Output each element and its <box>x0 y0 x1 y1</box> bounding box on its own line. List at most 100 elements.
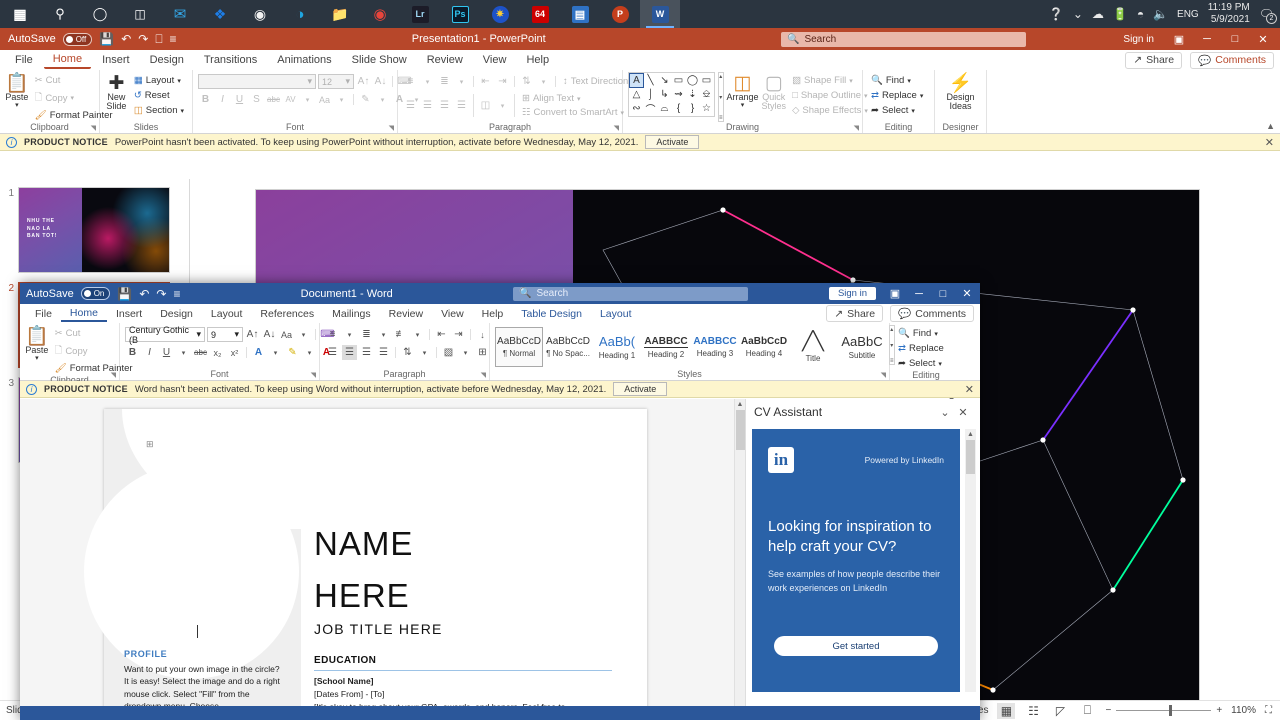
reading-view-button[interactable]: ◸ <box>1051 703 1069 719</box>
volume-icon[interactable]: 🔈 <box>1153 7 1168 21</box>
customize-quick-access-icon[interactable]: ≡ <box>173 287 180 301</box>
chevron-up-icon[interactable]: ▲ <box>965 429 976 440</box>
chevron-down-icon[interactable]: ▾ <box>342 327 357 342</box>
word-comments-button[interactable]: 💬 Comments <box>890 305 974 322</box>
shape-textbox-icon[interactable]: A <box>629 73 644 88</box>
word-window[interactable]: AutoSave On 💾 ↶ ↷ ≡ Document1 - Word 🔍 S… <box>20 283 980 720</box>
redo-icon[interactable]: ↷ <box>138 32 148 46</box>
tab-review[interactable]: Review <box>418 52 472 68</box>
shape-oval-icon[interactable]: ◯ <box>686 74 699 87</box>
tab-file[interactable]: File <box>6 52 42 68</box>
reset-button[interactable]: ↺ Reset <box>131 89 187 102</box>
underline-button[interactable]: U <box>159 345 174 360</box>
chevron-down-icon[interactable]: ▾ <box>296 327 311 342</box>
document-vertical-scrollbar[interactable]: ▲ <box>734 399 745 706</box>
text-highlight-icon[interactable]: ✎ <box>285 345 300 360</box>
chevron-down-icon[interactable]: ▾ <box>302 345 317 360</box>
layout-button[interactable]: ▦ Layout ▾ <box>131 74 187 87</box>
redo-icon[interactable]: ↷ <box>156 287 166 301</box>
undo-icon[interactable]: ↶ <box>121 32 131 46</box>
autosave-toggle[interactable]: On <box>80 287 111 300</box>
tab-table-design[interactable]: Table Design <box>512 307 591 321</box>
zoom-in-button[interactable]: + <box>1216 705 1222 716</box>
font-name-input[interactable]: ▾ <box>198 74 316 89</box>
word-icon[interactable]: W <box>640 0 680 28</box>
clipboard-dialog-launcher[interactable]: ◥ <box>111 371 116 379</box>
bullets-button[interactable]: ≡ <box>403 74 418 89</box>
justify-button[interactable]: ☰ <box>454 98 469 113</box>
normal-view-button[interactable]: ▦ <box>997 702 1016 719</box>
tab-home[interactable]: Home <box>43 51 92 69</box>
word-share-button[interactable]: ↗ Share <box>826 305 884 322</box>
app-blue-icon[interactable]: ▤ <box>560 0 600 28</box>
resume-name-line-1[interactable]: NAME <box>314 525 413 563</box>
shape-arc-icon[interactable]: ⌓ <box>658 102 671 115</box>
shape-scribble-icon[interactable]: ∾ <box>630 102 643 115</box>
increase-indent-button[interactable]: ⇥ <box>495 74 510 89</box>
fit-to-window-icon[interactable]: ⛶ <box>1265 705 1272 716</box>
style-heading-3[interactable]: AABBCC Heading 3 <box>691 327 739 367</box>
find-button[interactable]: 🔍 Find ▾ <box>868 74 926 87</box>
document-scroll-area[interactable]: ⊞ PROFILE Want to put your own image in … <box>20 399 734 706</box>
chevron-down-icon[interactable]: ▾ <box>495 98 510 113</box>
justify-button[interactable]: ☰ <box>376 345 391 360</box>
style-heading-2[interactable]: AABBCC Heading 2 <box>642 327 690 367</box>
shape-rounded-rect-icon[interactable]: ▭ <box>700 74 713 87</box>
grow-font-button[interactable]: A↑ <box>245 327 260 342</box>
autosave-toggle[interactable]: Off <box>62 32 93 46</box>
select-button[interactable]: ➦ Select ▾ <box>868 104 926 117</box>
text-shadow-button[interactable]: S <box>249 92 264 107</box>
font-dialog-launcher[interactable]: ◥ <box>389 124 394 132</box>
character-spacing-button[interactable]: AV <box>283 92 298 107</box>
zoom-track[interactable] <box>1116 705 1212 716</box>
minimize-button[interactable]: ─ <box>1196 33 1218 45</box>
slide-thumbnail-1[interactable]: 1 NHU THE NAO LA BAN TOT! <box>4 187 183 273</box>
document-page[interactable]: ⊞ PROFILE Want to put your own image in … <box>84 409 647 706</box>
align-text-button[interactable]: ⊞ Align Text ▾ <box>519 92 627 105</box>
dropbox-icon[interactable]: ❖ <box>200 0 240 28</box>
ribbon-display-options-icon[interactable]: ▣ <box>1168 33 1190 46</box>
align-right-button[interactable]: ☰ <box>359 345 374 360</box>
powerpoint-search-box[interactable]: 🔍 Search <box>781 31 1026 47</box>
save-icon[interactable]: 💾 <box>99 32 114 46</box>
italic-button[interactable]: I <box>142 345 157 360</box>
shape-flowchart-icon[interactable]: ⎒ <box>700 88 713 101</box>
tab-design[interactable]: Design <box>151 307 202 321</box>
customize-quick-access-icon[interactable]: ≡ <box>170 32 177 46</box>
minimize-button[interactable]: ─ <box>908 288 930 300</box>
get-started-button[interactable]: Get started <box>774 636 938 656</box>
superscript-button[interactable]: x² <box>227 345 242 360</box>
zoom-level-label[interactable]: 110% <box>1231 705 1256 716</box>
align-left-button[interactable]: ☰ <box>325 345 340 360</box>
shape-triangle-icon[interactable]: △ <box>630 88 643 101</box>
bullets-button[interactable]: ≡ <box>325 327 340 342</box>
shrink-font-button[interactable]: A↓ <box>373 74 388 89</box>
save-icon[interactable]: 💾 <box>117 287 132 301</box>
close-icon[interactable]: ✕ <box>954 406 972 419</box>
underline-button[interactable]: U <box>232 92 247 107</box>
chevron-up-icon[interactable]: ▴ <box>719 73 722 80</box>
italic-button[interactable]: I <box>215 92 230 107</box>
shape-line-icon[interactable]: ╲ <box>644 74 657 87</box>
font-dialog-launcher[interactable]: ◥ <box>311 371 316 379</box>
numbering-button[interactable]: ≣ <box>437 74 452 89</box>
shapes-gallery[interactable]: A ╲ ↘ ▭ ◯ ▭ △ ⌡ ↳ ⇝ ⇣ ⎒ ∾ ⌒ ⌓ {} ☆ <box>628 72 715 117</box>
sixtyfour-icon[interactable]: 64 <box>520 0 560 28</box>
tab-help[interactable]: Help <box>517 52 558 68</box>
profile-body[interactable]: Want to put your own image in the circle… <box>124 663 284 706</box>
maximize-button[interactable]: □ <box>932 288 954 300</box>
font-size-input[interactable]: 12 ▾ <box>318 74 354 89</box>
line-spacing-button[interactable]: ⇅ <box>519 74 534 89</box>
strikethrough-button[interactable]: abc <box>266 92 281 107</box>
text-highlight-icon[interactable]: ✎ <box>358 92 373 107</box>
chevron-down-icon[interactable]: ▾ <box>454 74 469 89</box>
decrease-indent-button[interactable]: ⇤ <box>434 327 449 342</box>
tab-mailings[interactable]: Mailings <box>323 307 380 321</box>
align-center-button[interactable]: ☰ <box>342 345 357 360</box>
align-left-button[interactable]: ☰ <box>403 98 418 113</box>
paste-button[interactable]: 📋 Paste ▾ <box>25 325 49 363</box>
education-body[interactable]: [School Name] [Dates From] - [To] [It's … <box>314 675 614 706</box>
ribbon-display-options-icon[interactable]: ▣ <box>884 287 906 300</box>
tab-review[interactable]: Review <box>380 307 432 321</box>
zoom-slider[interactable]: − + <box>1105 705 1222 716</box>
